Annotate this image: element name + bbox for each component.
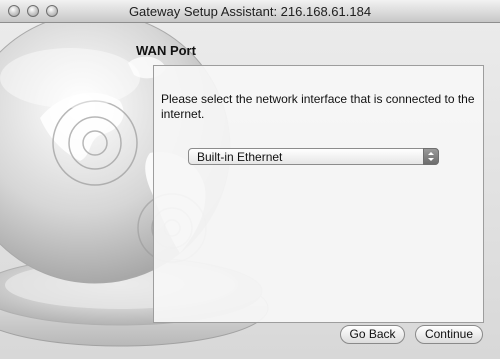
continue-button[interactable]: Continue <box>415 325 483 344</box>
setup-assistant-window: Gateway Setup Assistant: 216.168.61.184 <box>0 0 500 359</box>
network-interface-select[interactable]: Built-in Ethernet <box>188 148 439 165</box>
instruction-text: Please select the network interface that… <box>161 92 475 121</box>
chevron-updown-icon[interactable] <box>423 148 439 165</box>
title-bar[interactable]: Gateway Setup Assistant: 216.168.61.184 <box>0 0 500 23</box>
content-panel: Please select the network interface that… <box>153 65 484 323</box>
content-area: WAN Port Please select the network inter… <box>0 23 500 359</box>
window-title: Gateway Setup Assistant: 216.168.61.184 <box>128 4 372 19</box>
section-title: WAN Port <box>136 43 196 58</box>
go-back-button[interactable]: Go Back <box>340 325 405 344</box>
selected-interface-value: Built-in Ethernet <box>197 150 283 164</box>
